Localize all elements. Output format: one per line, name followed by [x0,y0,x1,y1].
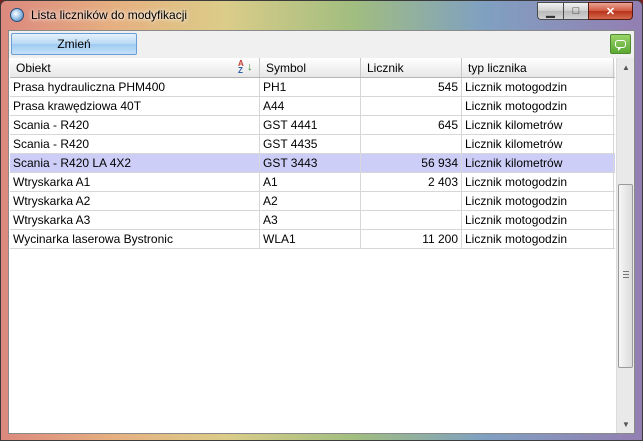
grip-icon [623,271,629,278]
app-icon [10,8,24,22]
cell-typ: Licznik kilometrów [462,135,614,153]
cell-obiekt: Scania - R420 [10,135,260,153]
cell-typ: Licznik motogodzin [462,78,614,96]
cell-licznik [361,192,462,210]
cell-symbol: A3 [260,211,361,229]
cell-licznik: 545 [361,78,462,96]
column-header-obiekt[interactable]: Obiekt A Z ↓ [10,58,260,77]
cell-licznik [361,135,462,153]
cell-typ: Licznik motogodzin [462,230,614,248]
table-header: Obiekt A Z ↓ Symbol Licznik typ licznika [10,58,615,78]
cell-typ: Licznik motogodzin [462,97,614,115]
maximize-button[interactable]: □ [563,2,588,20]
cell-symbol: WLA1 [260,230,361,248]
table-row[interactable]: Wtryskarka A3 A3 Licznik motogodzin [10,211,615,230]
cell-obiekt: Prasa krawędziowa 40T [10,97,260,115]
cell-symbol: GST 3443 [260,154,361,172]
title-bar[interactable]: Lista liczników do modyfikacji ▁ □ ✕ [1,1,642,29]
table-row[interactable]: Wtryskarka A2 A2 Licznik motogodzin [10,192,615,211]
table-row[interactable]: Scania - R420 GST 4441 645 Licznik kilometr… [10,116,615,135]
cell-obiekt: Wycinarka laserowa Bystronic [10,230,260,248]
column-header-licznik[interactable]: Licznik [361,58,462,77]
cell-typ: Licznik motogodzin [462,211,614,229]
table-row[interactable]: Wycinarka laserowa Bystronic WLA1 11 200 Li… [10,230,615,249]
column-header-label: Obiekt [16,61,51,75]
cell-symbol: A1 [260,173,361,191]
sort-az-icon[interactable]: A Z ↓ [238,60,254,75]
content-panel: Zmień Obiekt A Z ↓ Symbol Licznik typ licz… [8,30,635,434]
toolbar: Zmień [9,31,634,58]
app-window: Lista liczników do modyfikacji ▁ □ ✕ Zmi… [0,0,643,441]
cell-obiekt: Wtryskarka A1 [10,173,260,191]
cell-obiekt: Wtryskarka A3 [10,211,260,229]
cell-obiekt: Wtryskarka A2 [10,192,260,210]
cell-typ: Licznik kilometrów [462,154,614,172]
table-body: Prasa hydrauliczna PHM400 PH1 545 Licznik m… [10,78,615,249]
cell-typ: Licznik motogodzin [462,192,614,210]
comment-button[interactable] [610,34,631,54]
minimize-button[interactable]: ▁ [537,2,563,20]
table-row[interactable]: Scania - R420 LA 4X2 GST 3443 56 934 Liczni… [10,154,615,173]
cell-licznik: 56 934 [361,154,462,172]
cell-symbol: A2 [260,192,361,210]
cell-typ: Licznik motogodzin [462,173,614,191]
counters-table: Obiekt A Z ↓ Symbol Licznik typ licznika P… [10,58,615,433]
scroll-thumb[interactable] [618,184,633,368]
cell-obiekt: Prasa hydrauliczna PHM400 [10,78,260,96]
window-title: Lista liczników do modyfikacji [31,8,188,22]
column-header-typ[interactable]: typ licznika [462,58,614,77]
cell-licznik: 645 [361,116,462,134]
table-row[interactable]: Prasa krawędziowa 40T A44 Licznik motogodz… [10,97,615,116]
column-header-symbol[interactable]: Symbol [260,58,361,77]
cell-licznik: 11 200 [361,230,462,248]
cell-symbol: GST 4441 [260,116,361,134]
cell-symbol: A44 [260,97,361,115]
vertical-scrollbar[interactable]: ▲ ▼ [616,58,634,433]
cell-obiekt: Scania - R420 LA 4X2 [10,154,260,172]
cell-licznik [361,97,462,115]
table-row[interactable]: Scania - R420 GST 4435 Licznik kilometrów [10,135,615,154]
table-row[interactable]: Prasa hydrauliczna PHM400 PH1 545 Licznik m… [10,78,615,97]
cell-obiekt: Scania - R420 [10,116,260,134]
table-row[interactable]: Wtryskarka A1 A1 2 403 Licznik motogodzin [10,173,615,192]
cell-typ: Licznik kilometrów [462,116,614,134]
close-button[interactable]: ✕ [588,2,633,20]
change-button[interactable]: Zmień [11,33,137,55]
cell-licznik [361,211,462,229]
scroll-down-icon[interactable]: ▼ [618,416,634,432]
cell-licznik: 2 403 [361,173,462,191]
close-icon: ✕ [605,5,616,18]
cell-symbol: GST 4435 [260,135,361,153]
cell-symbol: PH1 [260,78,361,96]
minimize-icon: ▁ [546,5,555,18]
scroll-up-icon[interactable]: ▲ [618,59,634,75]
maximize-icon: □ [572,5,580,17]
speech-bubble-icon [615,40,626,51]
